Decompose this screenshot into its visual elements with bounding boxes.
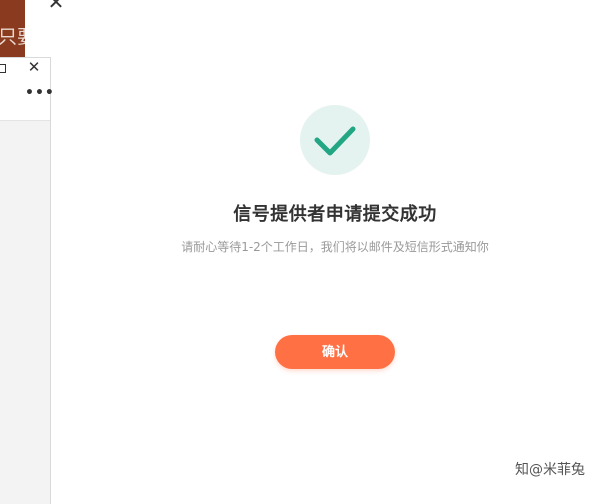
- checkmark-icon: [314, 126, 356, 156]
- background-window-header: ✕ •••: [0, 58, 54, 121]
- success-subtitle: 请耐心等待1-2个工作日，我们将以邮件及短信形式通知你: [181, 240, 489, 254]
- page: 只要 ✕ ••• ✕ 信号提供者申请提交成功 请耐心等待1-2个工作日，我们将以…: [0, 0, 611, 504]
- success-icon-container: [300, 105, 370, 175]
- close-icon[interactable]: ✕: [27, 60, 41, 75]
- more-icon[interactable]: •••: [25, 86, 54, 100]
- confirm-button[interactable]: 确认: [275, 335, 395, 369]
- maximize-icon[interactable]: [0, 64, 6, 73]
- background-app-strip: 只要: [0, 0, 25, 58]
- modal-close-button[interactable]: ✕: [47, 0, 65, 12]
- success-title: 信号提供者申请提交成功: [233, 204, 437, 225]
- background-partial-text: 只要: [0, 26, 25, 48]
- background-window: ✕ •••: [0, 57, 54, 504]
- watermark: 知@米菲兔: [515, 462, 585, 478]
